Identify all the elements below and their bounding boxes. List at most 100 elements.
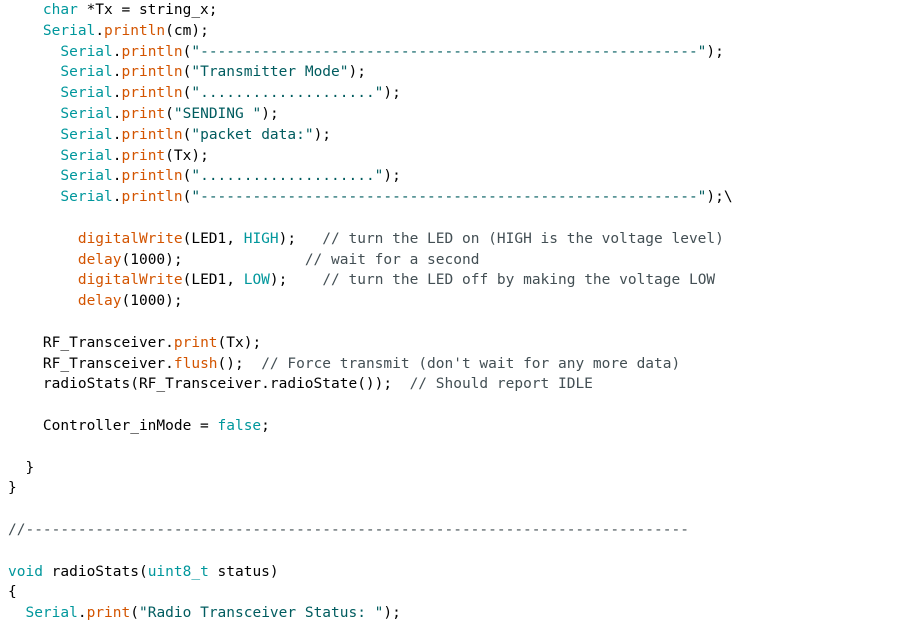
- code-line: Serial.println("Transmitter Mode");: [8, 62, 733, 83]
- code-token: (cm);: [165, 22, 209, 39]
- code-token: radioStats(: [42, 563, 148, 580]
- code-token: (1000);: [121, 293, 183, 310]
- code-line: {: [8, 582, 733, 603]
- keyword-token: Serial: [60, 168, 113, 185]
- string-token: "packet data:": [191, 126, 314, 143]
- code-token: radioStats(RF_Transceiver.radioState());: [8, 376, 410, 393]
- code-line: char *Tx = string_x;: [8, 0, 733, 21]
- code-token: ;: [261, 417, 270, 434]
- code-token: );: [269, 272, 323, 289]
- string-token: "Transmitter Mode": [191, 64, 349, 81]
- keyword-token: Serial: [60, 189, 113, 206]
- code-line: Serial.print("SENDING ");: [8, 104, 733, 125]
- function-token: print: [173, 334, 218, 351]
- code-line: Serial.println("------------------------…: [8, 187, 733, 208]
- keyword-token: char: [42, 2, 78, 18]
- keyword-token: void: [8, 563, 43, 580]
- code-area[interactable]: char *Tx = string_x; Serial.println(cm);…: [8, 0, 733, 624]
- code-token: .: [112, 168, 122, 185]
- keyword-token: Serial: [60, 85, 113, 102]
- code-line: digitalWrite(LED1, LOW); // turn the LED…: [8, 270, 733, 291]
- comment-token: // turn the LED off by making the voltag…: [322, 272, 716, 289]
- function-token: print: [86, 605, 131, 622]
- code-line: Serial.println("....................");: [8, 166, 733, 187]
- code-line: Serial.println("------------------------…: [8, 42, 733, 63]
- function-token: println: [121, 168, 183, 185]
- comment-token: // turn the LED on (HIGH is the voltage …: [322, 230, 724, 247]
- code-token: *Tx = string_x;: [77, 2, 218, 18]
- comment-token: // wait for a second: [304, 251, 480, 268]
- keyword-token: Serial: [60, 126, 113, 143]
- code-token: );: [278, 230, 323, 247]
- keyword-token: HIGH: [243, 230, 279, 247]
- keyword-token: Serial: [60, 105, 113, 122]
- keyword-token: Serial: [42, 22, 96, 39]
- code-line: delay(1000); // wait for a second: [8, 250, 733, 271]
- code-token: );: [383, 168, 401, 185]
- code-token: );\: [706, 189, 733, 206]
- string-token: "Radio Transceiver Status: ": [138, 605, 384, 622]
- string-token: "---------------------------------------…: [191, 43, 707, 60]
- code-token: }: [8, 480, 17, 497]
- string-token: "....................": [191, 168, 384, 185]
- function-token: println: [121, 126, 183, 143]
- code-token: (Tx);: [217, 334, 262, 351]
- code-token: (1000);: [121, 251, 305, 268]
- code-token: .: [112, 126, 122, 143]
- function-token: println: [104, 22, 166, 39]
- code-token: );: [383, 85, 401, 102]
- code-line: Serial.print("Radio Transceiver Status: …: [8, 603, 733, 624]
- code-token: );: [313, 126, 332, 143]
- function-token: digitalWrite: [77, 230, 183, 247]
- code-editor[interactable]: char *Tx = string_x; Serial.println(cm);…: [0, 0, 899, 627]
- code-line: Serial.println("packet data:");: [8, 125, 733, 146]
- function-token: println: [121, 189, 183, 206]
- string-token: "....................": [191, 85, 384, 102]
- code-token: status): [208, 563, 279, 580]
- code-token: .: [77, 605, 87, 622]
- code-token: {: [8, 584, 17, 601]
- code-token: );: [383, 605, 401, 622]
- code-token: RF_Transceiver.: [8, 355, 174, 372]
- code-token: .: [112, 85, 122, 102]
- code-token: (LED1,: [182, 230, 244, 247]
- code-token: }: [8, 459, 35, 476]
- function-token: flush: [173, 355, 218, 372]
- code-token: Controller_inMode =: [8, 417, 218, 434]
- keyword-token: false: [217, 417, 262, 434]
- code-token: (: [130, 605, 139, 622]
- code-token: .: [112, 43, 122, 60]
- function-token: delay: [77, 251, 122, 268]
- code-line: Serial.println(cm);: [8, 21, 733, 42]
- function-token: println: [121, 85, 183, 102]
- function-token: digitalWrite: [77, 272, 183, 289]
- code-token: RF_Transceiver.: [8, 334, 174, 351]
- code-token: (LED1,: [182, 272, 244, 289]
- code-token: .: [112, 105, 122, 122]
- code-line: Serial.print(Tx);: [8, 146, 733, 167]
- code-token: .: [112, 147, 122, 164]
- keyword-token: Serial: [60, 43, 113, 60]
- function-token: println: [121, 43, 183, 60]
- code-token: ();: [217, 355, 262, 372]
- code-line: RF_Transceiver.flush(); // Force transmi…: [8, 354, 733, 375]
- code-token: );: [261, 105, 279, 122]
- keyword-token: Serial: [25, 605, 78, 622]
- comment-token: // Should report IDLE: [409, 376, 593, 393]
- code-line: void radioStats(uint8_t status): [8, 562, 733, 583]
